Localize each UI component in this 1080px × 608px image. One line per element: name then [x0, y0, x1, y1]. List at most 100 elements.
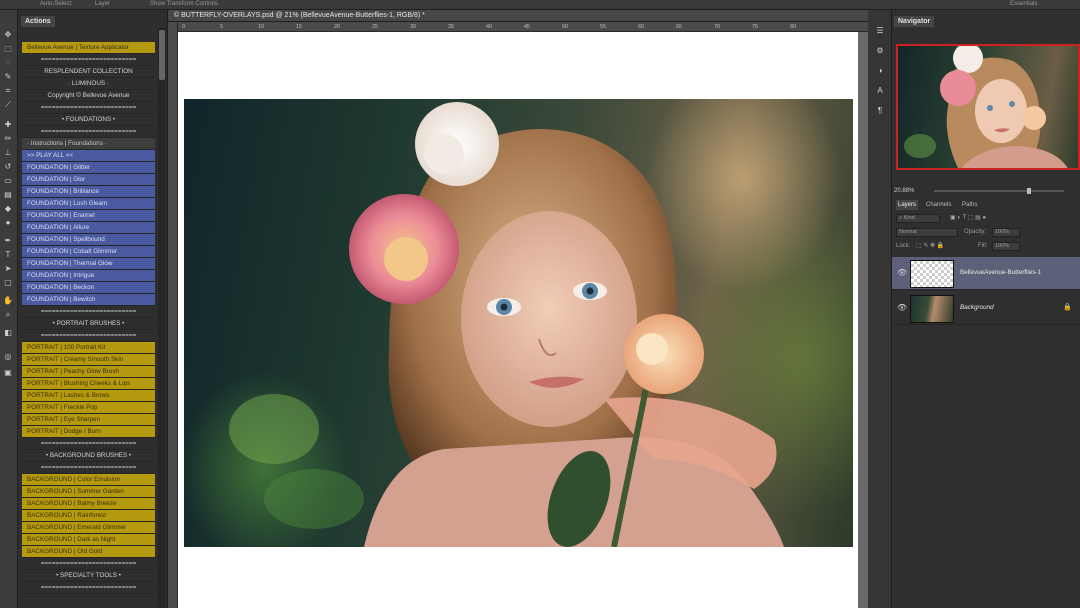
actions-scroll-thumb[interactable] — [159, 30, 165, 80]
action-item[interactable]: ========================== — [22, 330, 155, 342]
action-item[interactable]: FOUNDATION | Cobalt Glimmer — [22, 246, 155, 258]
color-swatches-icon[interactable]: ◧ — [2, 328, 14, 338]
opacity-input[interactable]: 100% — [992, 228, 1020, 237]
action-item[interactable]: • PORTRAIT BRUSHES • — [22, 318, 155, 330]
properties-panel-icon[interactable]: ⚙ — [874, 46, 886, 56]
action-item[interactable]: ========================== — [22, 306, 155, 318]
history-brush-tool-icon[interactable]: ↺ — [2, 162, 14, 172]
tab-paths[interactable]: Paths — [960, 200, 979, 210]
action-item[interactable]: BACKGROUND | Balmy Breeze — [22, 498, 155, 510]
transform-controls-label[interactable]: Show Transform Controls — [150, 0, 218, 8]
actions-tab[interactable]: Actions — [21, 16, 55, 27]
action-item[interactable]: PORTRAIT | Freckle Pop — [22, 402, 155, 414]
screen-mode-icon[interactable]: ▣ — [2, 368, 14, 378]
blur-tool-icon[interactable]: ◆ — [2, 204, 14, 214]
action-item[interactable]: • SPECIALTY TOOLS • — [22, 570, 155, 582]
action-item[interactable]: PORTRAIT | Dodge / Burn — [22, 426, 155, 438]
quick-mask-icon[interactable]: ◎ — [2, 352, 14, 362]
action-item[interactable]: ========================== — [22, 582, 155, 594]
layer-kind-filter[interactable]: ⌕ Kind — [896, 214, 940, 223]
action-item[interactable]: FOUNDATION | Glor — [22, 174, 155, 186]
zoom-slider[interactable] — [934, 188, 1064, 194]
actions-scrollbar[interactable] — [158, 28, 166, 608]
action-item[interactable]: Bellevue Avenue | Texture Applicator — [22, 42, 155, 54]
action-item[interactable]: ========================== — [22, 558, 155, 570]
tab-layers[interactable]: Layers — [896, 200, 919, 210]
action-item[interactable]: FOUNDATION | Beckon — [22, 282, 155, 294]
shape-tool-icon[interactable]: ▢ — [2, 278, 14, 288]
layer-row-background[interactable]: 👁 Background 🔒 — [892, 292, 1080, 325]
marquee-tool-icon[interactable]: ⬚ — [2, 44, 14, 54]
action-item[interactable]: • BACKGROUND BRUSHES • — [22, 450, 155, 462]
action-item[interactable]: FOUNDATION | Intrigue — [22, 270, 155, 282]
auto-select-label[interactable]: Auto-Select: — [40, 0, 73, 8]
history-panel-icon[interactable]: ☰ — [874, 26, 886, 36]
action-item[interactable]: FOUNDATION | Brilliance — [22, 186, 155, 198]
action-item[interactable]: FOUNDATION | Lush Gleam — [22, 198, 155, 210]
path-select-tool-icon[interactable]: ➤ — [2, 264, 14, 274]
action-item[interactable]: ========================== — [22, 462, 155, 474]
navigator-preview[interactable] — [896, 44, 1080, 170]
action-item[interactable]: ========================== — [22, 54, 155, 66]
action-item[interactable]: FOUNDATION | Enamel — [22, 210, 155, 222]
action-item[interactable]: ========================== — [22, 102, 155, 114]
healing-brush-tool-icon[interactable]: ✚ — [2, 120, 14, 130]
action-item[interactable]: BACKGROUND | Rainforest — [22, 510, 155, 522]
zoom-tool-icon[interactable]: ⌕ — [2, 310, 14, 320]
action-item[interactable]: ========================== — [22, 126, 155, 138]
action-item[interactable]: FOUNDATION | Spellbound — [22, 234, 155, 246]
layer-select[interactable]: Layer — [95, 0, 110, 8]
fill-input[interactable]: 100% — [992, 242, 1020, 251]
lock-icons[interactable]: ⬚ ✎ ✥ 🔒 — [916, 240, 944, 252]
action-item[interactable]: PORTRAIT | Lashes & Brows — [22, 390, 155, 402]
action-item[interactable]: · LUMINOUS · — [22, 78, 155, 90]
action-item[interactable]: Copyright © Bellevue Avenue — [22, 90, 155, 102]
eraser-tool-icon[interactable]: ▭ — [2, 176, 14, 186]
clone-stamp-tool-icon[interactable]: ⊥ — [2, 148, 14, 158]
move-tool-icon[interactable]: ✥ — [2, 30, 14, 40]
quick-select-tool-icon[interactable]: ✎ — [2, 72, 14, 82]
action-item[interactable]: FOUNDATION | Bewitch — [22, 294, 155, 306]
action-item[interactable]: PORTRAIT | Creamy Smooth Skin — [22, 354, 155, 366]
adjustments-panel-icon[interactable]: ◑ — [874, 66, 886, 76]
visibility-eye-icon[interactable]: 👁 — [897, 303, 907, 313]
eyedropper-tool-icon[interactable]: ⟋ — [2, 100, 14, 110]
crop-tool-icon[interactable]: ⌗ — [2, 86, 14, 96]
blend-mode-select[interactable]: Normal — [896, 228, 958, 237]
action-item[interactable]: PORTRAIT | 100 Portrait Kit — [22, 342, 155, 354]
workspace-select[interactable]: Essentials — [1010, 0, 1037, 8]
zoom-slider-handle[interactable] — [1027, 188, 1031, 194]
layer-row-butterflies[interactable]: 👁 BellevueAvenue-Butterflies-1 — [892, 257, 1080, 290]
zoom-percentage[interactable]: 20.88% — [894, 188, 914, 194]
tab-channels[interactable]: Channels — [924, 200, 953, 210]
action-item[interactable]: PORTRAIT | Eye Sharpen — [22, 414, 155, 426]
action-item[interactable]: PORTRAIT | Blushing Cheeks & Lips — [22, 378, 155, 390]
lasso-tool-icon[interactable]: ◌ — [2, 58, 14, 68]
gradient-tool-icon[interactable]: ▤ — [2, 190, 14, 200]
brush-tool-icon[interactable]: ✏ — [2, 134, 14, 144]
paragraph-panel-icon[interactable]: ¶ — [874, 106, 886, 116]
action-item[interactable]: >> PLAY ALL << — [22, 150, 155, 162]
action-item[interactable]: FOUNDATION | Allure — [22, 222, 155, 234]
action-item[interactable]: · Instructions | Foundations · — [22, 138, 155, 150]
action-item[interactable]: BACKGROUND | Summer Garden — [22, 486, 155, 498]
action-item[interactable]: RESPLENDENT COLLECTION — [22, 66, 155, 78]
character-panel-icon[interactable]: A — [874, 86, 886, 96]
action-item[interactable]: FOUNDATION | Glitter — [22, 162, 155, 174]
action-item[interactable]: • FOUNDATIONS • — [22, 114, 155, 126]
action-item[interactable]: BACKGROUND | Emerald Glimmer — [22, 522, 155, 534]
canvas-photo[interactable] — [184, 99, 853, 547]
hand-tool-icon[interactable]: ✋ — [2, 296, 14, 306]
dodge-tool-icon[interactable]: ● — [2, 218, 14, 228]
pen-tool-icon[interactable]: ✒ — [2, 236, 14, 246]
type-tool-icon[interactable]: T — [2, 250, 14, 260]
action-item[interactable]: BACKGROUND | Color Emulsion — [22, 474, 155, 486]
visibility-eye-icon[interactable]: 👁 — [897, 268, 907, 278]
navigator-tab[interactable]: Navigator — [894, 16, 935, 27]
filter-icons[interactable]: ▣ ◐ T ⬚ ▤ ● — [950, 212, 986, 224]
action-item[interactable]: BACKGROUND | Old Gold — [22, 546, 155, 558]
document-tab[interactable]: © BUTTERFLY-OVERLAYS.psd @ 21% (Bellevue… — [168, 10, 868, 22]
action-item[interactable]: ========================== — [22, 438, 155, 450]
action-item[interactable]: FOUNDATION | Thermal Glow — [22, 258, 155, 270]
action-item[interactable]: PORTRAIT | Peachy Glow Brush — [22, 366, 155, 378]
